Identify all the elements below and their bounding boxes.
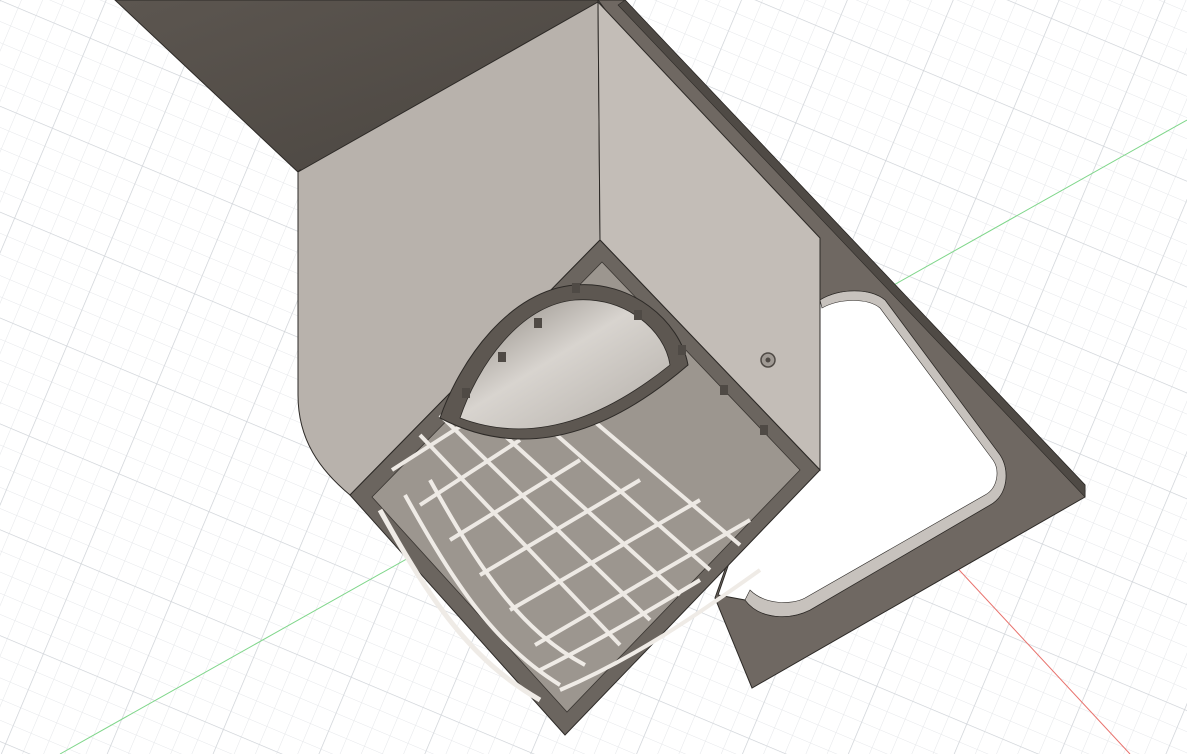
cad-canvas[interactable] [0, 0, 1187, 754]
origin-point-icon[interactable] [760, 352, 776, 368]
cad-3d-viewport[interactable] [0, 0, 1187, 754]
